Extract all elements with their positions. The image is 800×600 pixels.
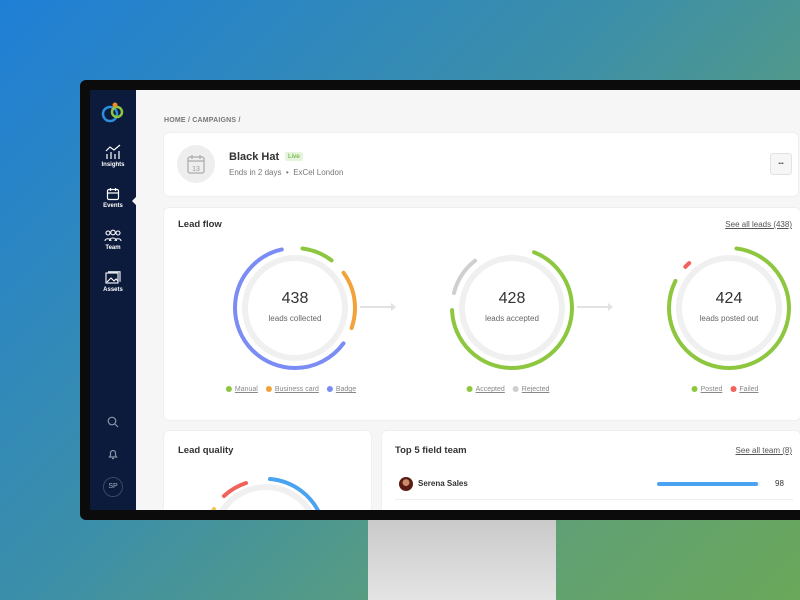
monitor-stand [368, 518, 556, 600]
legend-item[interactable]: Badge [336, 386, 356, 393]
legend-dot [225, 386, 232, 392]
sidebar-item-insights[interactable]: Insights [90, 144, 136, 168]
legend-item[interactable]: Accepted [476, 386, 505, 393]
calendar-icon [106, 188, 120, 201]
ring-value: 428 [498, 290, 526, 307]
member-score: 98 [775, 479, 784, 488]
quality-segment [211, 507, 216, 510]
chart-icon [105, 144, 121, 159]
legend-dot [466, 386, 473, 392]
lead-quality-card: Lead quality [164, 431, 371, 510]
legend-item[interactable]: Manual [235, 386, 258, 393]
ring-legend: Posted Failed [691, 386, 767, 393]
event-header-card: 13 Black Hat Live Ends in 2 days • ExCel… [164, 133, 798, 196]
score-bar-fill [657, 482, 758, 486]
ring-label: leads collected [268, 314, 322, 323]
legend-item[interactable]: Rejected [522, 386, 550, 393]
ring-legend: Manual Business card Badge [225, 386, 364, 393]
live-badge: Live [285, 152, 303, 161]
sidebar: Insights Events Team Assets SP [90, 90, 137, 510]
app-screen: Insights Events Team Assets SP HOME / CA… [90, 90, 800, 510]
top-team-card: Top 5 field team See all team (8) Serena… [382, 431, 800, 510]
sidebar-item-assets[interactable]: Assets [90, 271, 136, 293]
more-button[interactable]: ••• [770, 153, 792, 175]
legend-dot [326, 386, 333, 392]
legend-dot [730, 386, 737, 392]
ring-leads-accepted: 428 leads accepted [442, 238, 582, 378]
ring-label: leads accepted [485, 314, 539, 323]
see-all-team-link[interactable]: See all team (8) [736, 446, 792, 455]
member-avatar [399, 477, 413, 491]
legend-dot [691, 386, 698, 392]
avatar[interactable]: SP [103, 477, 123, 497]
legend-dot [265, 386, 272, 392]
legend-item[interactable]: Failed [739, 386, 758, 393]
search-icon[interactable] [107, 416, 119, 428]
legend-dot [512, 386, 519, 392]
breadcrumb[interactable]: HOME / CAMPAIGNS / [164, 117, 241, 124]
member-name: Serena Sales [418, 479, 468, 488]
ring-leads-posted-out: 424 leads posted out [659, 238, 799, 378]
top-team-title: Top 5 field team [395, 445, 467, 456]
ring-leads-collected: 438 leads collected [225, 238, 365, 378]
bell-icon[interactable] [107, 448, 119, 460]
lead-quality-ring [211, 477, 320, 510]
team-row[interactable]: Serena Sales 98 [395, 474, 793, 500]
event-title: Black Hat [229, 151, 280, 163]
main-content: HOME / CAMPAIGNS / 13 Black Hat Live End… [136, 90, 800, 510]
flow-arrow [360, 303, 396, 311]
see-all-leads-link[interactable]: See all leads (438) [725, 220, 792, 229]
sidebar-item-events[interactable]: Events [90, 187, 136, 209]
calendar-avatar: 13 [177, 145, 215, 183]
ring-value: 424 [715, 290, 743, 307]
ring-value: 438 [281, 290, 309, 307]
sidebar-item-team[interactable]: Team [90, 229, 136, 251]
legend-item[interactable]: Posted [701, 386, 723, 393]
lead-flow-card: Lead flow See all leads (438) 438 leads c… [164, 208, 800, 420]
ring-legend: Accepted Rejected [466, 386, 558, 393]
lead-quality-title: Lead quality [178, 445, 234, 456]
ring-label: leads posted out [699, 314, 759, 323]
team-icon [104, 229, 122, 242]
image-icon [105, 271, 121, 284]
logo-icon [101, 102, 124, 123]
flow-arrow [577, 303, 613, 311]
event-meta: Ends in 2 days • ExCel London [229, 168, 344, 177]
score-bar-track [657, 482, 760, 486]
lead-flow-title: Lead flow [178, 219, 222, 230]
legend-item[interactable]: Business card [275, 386, 319, 393]
